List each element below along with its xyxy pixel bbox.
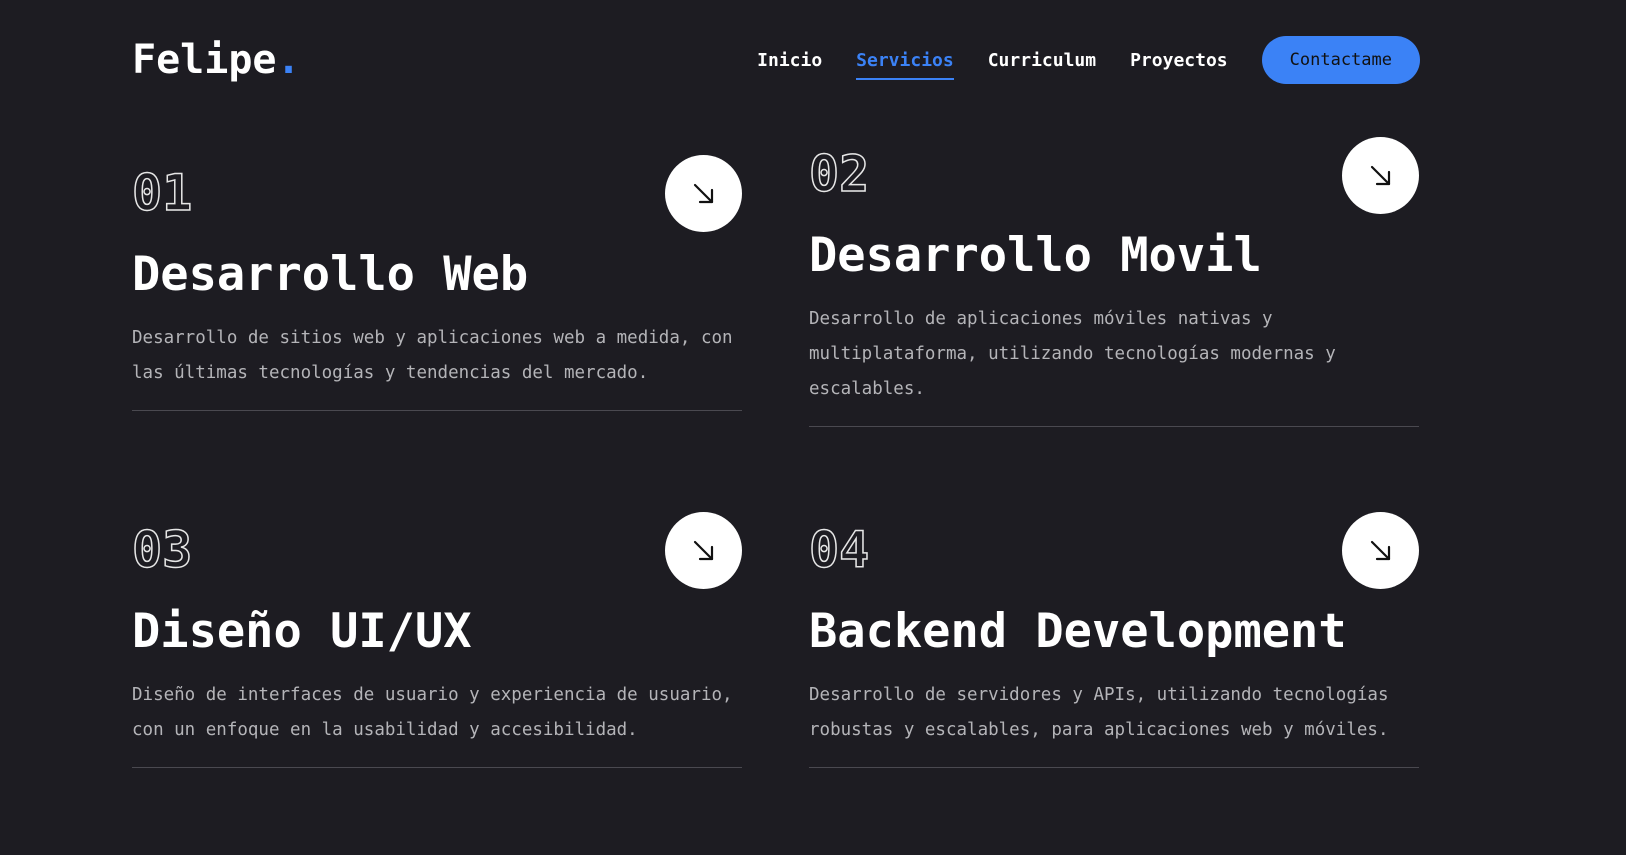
service-card: 03 Diseño UI/UX Diseño de interfaces de … xyxy=(131,512,742,768)
service-number: 01 xyxy=(131,164,193,222)
nav-link-inicio[interactable]: Inicio xyxy=(757,46,822,75)
service-description: Desarrollo de sitios web y aplicaciones … xyxy=(132,328,733,383)
service-arrow-button[interactable] xyxy=(1342,137,1419,214)
arrow-down-right-icon xyxy=(693,183,713,203)
service-title: Diseño UI/UX xyxy=(132,604,472,659)
divider xyxy=(132,767,742,768)
arrow-down-right-icon xyxy=(1370,165,1390,185)
service-number: 04 xyxy=(808,521,870,579)
service-number: 03 xyxy=(131,521,193,579)
arrow-down-right-icon xyxy=(1370,540,1390,560)
divider xyxy=(132,410,742,411)
service-title: Backend Development xyxy=(809,604,1347,659)
arrow-down-right-icon xyxy=(693,540,713,560)
logo-text: Felipe xyxy=(132,37,277,83)
service-description: Diseño de interfaces de usuario y experi… xyxy=(132,685,733,740)
nav-link-proyectos[interactable]: Proyectos xyxy=(1130,46,1228,75)
service-description: Desarrollo de aplicaciones móviles nativ… xyxy=(809,309,1336,399)
service-card: 01 Desarrollo Web Desarrollo de sitios w… xyxy=(131,155,742,411)
nav-link-servicios[interactable]: Servicios xyxy=(856,46,954,80)
main-nav: Inicio Servicios Curriculum Proyectos Co… xyxy=(757,36,1420,84)
logo-dot: . xyxy=(276,37,301,83)
divider xyxy=(809,767,1419,768)
service-title: Desarrollo Web xyxy=(132,247,529,302)
service-card: 04 Backend Development Desarrollo de ser… xyxy=(808,512,1419,768)
services-page: Felipe. Inicio Servicios Curriculum Proy… xyxy=(0,0,1626,855)
contact-button[interactable]: Contactame xyxy=(1261,36,1420,84)
service-card: 02 Desarrollo Movil Desarrollo de aplica… xyxy=(808,137,1419,427)
service-arrow-button[interactable] xyxy=(665,512,742,589)
service-number: 02 xyxy=(808,145,870,203)
logo[interactable]: Felipe. xyxy=(132,36,301,84)
service-description: Desarrollo de servidores y APIs, utiliza… xyxy=(809,685,1389,740)
service-arrow-button[interactable] xyxy=(665,155,742,232)
nav-link-curriculum[interactable]: Curriculum xyxy=(988,46,1096,75)
service-arrow-button[interactable] xyxy=(1342,512,1419,589)
service-title: Desarrollo Movil xyxy=(809,228,1262,283)
divider xyxy=(809,426,1419,427)
